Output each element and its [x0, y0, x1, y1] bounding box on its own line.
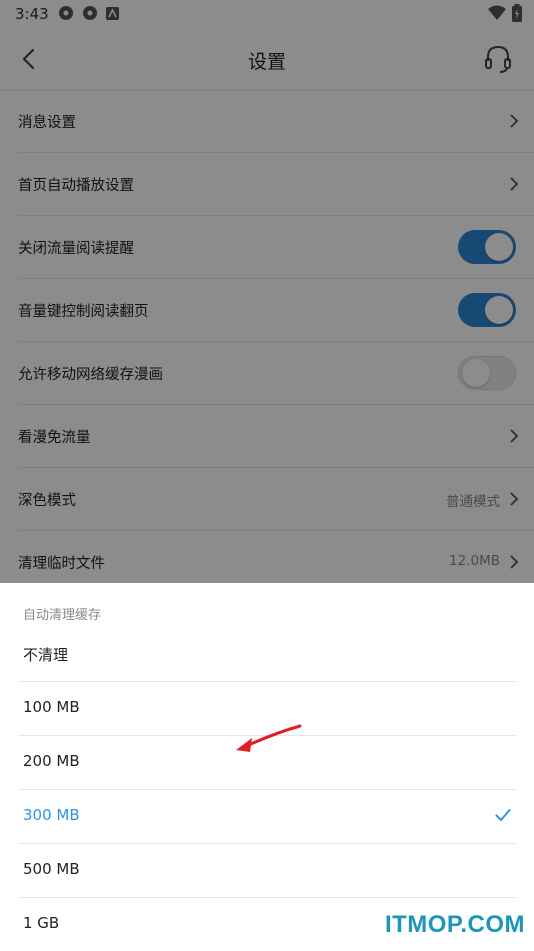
option-300mb[interactable]: 300 MB	[18, 789, 516, 844]
red-annotation-arrow-icon	[236, 724, 302, 752]
option-no-clean[interactable]: 不清理	[18, 627, 516, 682]
checkmark-icon	[495, 809, 511, 821]
modal-dim-overlay[interactable]	[0, 0, 534, 583]
option-500mb[interactable]: 500 MB	[18, 843, 516, 898]
sheet-title: 自动清理缓存	[23, 608, 102, 623]
option-label: 100 MB	[23, 698, 80, 716]
option-label: 500 MB	[23, 860, 80, 878]
option-label: 不清理	[23, 646, 69, 664]
cache-cleanup-bottom-sheet: 自动清理缓存 不清理 100 MB 200 MB 300 MB 500 MB 1…	[0, 583, 534, 950]
option-label: 300 MB	[23, 806, 80, 824]
option-label: 1 GB	[23, 914, 60, 932]
option-label: 200 MB	[23, 752, 80, 770]
site-watermark: ITMOP.COM	[384, 911, 525, 938]
